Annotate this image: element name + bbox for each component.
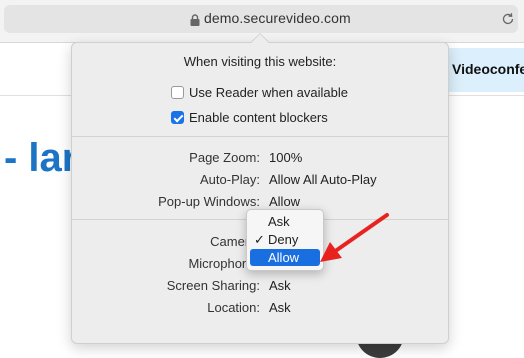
menu-item-deny[interactable]: ✓ Deny <box>250 231 320 248</box>
content-blockers-option[interactable]: Enable content blockers <box>171 110 328 125</box>
screen-sharing-label: Screen Sharing: <box>166 278 260 293</box>
popup-windows-value[interactable]: Allow <box>269 194 300 209</box>
location-label: Location: <box>207 300 260 315</box>
lock-icon <box>190 14 200 26</box>
permission-dropdown-menu: Ask ✓ Deny Allow <box>246 209 324 271</box>
checkmark-icon: ✓ <box>254 232 265 247</box>
reload-icon[interactable] <box>501 12 515 26</box>
page-banner-text: Videoconfe <box>452 61 524 77</box>
content-blockers-checkbox[interactable] <box>171 111 184 124</box>
page-zoom-value[interactable]: 100% <box>269 150 302 165</box>
content-blockers-option-label: Enable content blockers <box>189 110 328 125</box>
reader-option-label: Use Reader when available <box>189 85 348 100</box>
auto-play-value[interactable]: Allow All Auto-Play <box>269 172 377 187</box>
popover-title: When visiting this website: <box>183 54 337 69</box>
page-heading: - lar <box>4 136 78 180</box>
menu-item-ask[interactable]: Ask <box>250 213 320 230</box>
url-text: demo.securevideo.com <box>204 10 351 26</box>
popup-windows-label: Pop-up Windows: <box>158 194 260 209</box>
page-zoom-label: Page Zoom: <box>189 150 260 165</box>
location-value[interactable]: Ask <box>269 300 291 315</box>
screen-sharing-value[interactable]: Ask <box>269 278 291 293</box>
popover-pointer-fill <box>251 34 269 43</box>
auto-play-label: Auto-Play: <box>200 172 260 187</box>
address-bar[interactable]: demo.securevideo.com <box>4 5 518 33</box>
website-settings-popover: When visiting this website: Use Reader w… <box>71 42 449 344</box>
menu-item-allow[interactable]: Allow <box>250 249 320 266</box>
reader-checkbox[interactable] <box>171 86 184 99</box>
reader-option[interactable]: Use Reader when available <box>171 85 348 100</box>
separator <box>72 136 448 137</box>
